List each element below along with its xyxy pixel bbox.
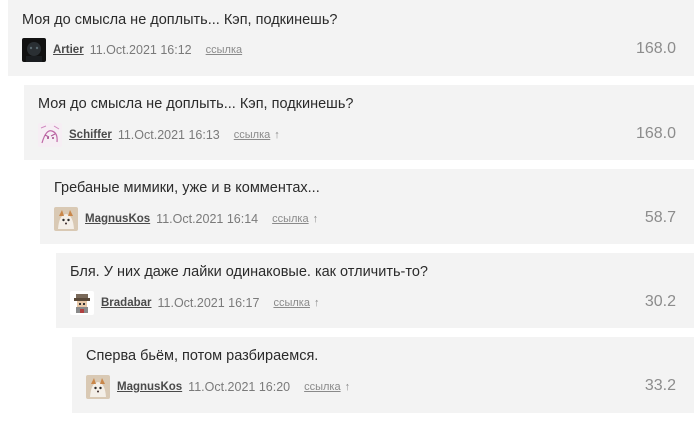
dark-avatar-icon[interactable] xyxy=(22,38,46,62)
comment-link[interactable]: ссылка xyxy=(234,129,271,141)
comment-author[interactable]: MagnusKos xyxy=(85,213,150,225)
comment-text: Моя до смысла не доплыть... Кэп, подкине… xyxy=(38,96,354,112)
comment-text: Гребаные мимики, уже и в комментах... xyxy=(54,180,320,196)
comment-author[interactable]: MagnusKos xyxy=(117,381,182,393)
comment-date: 11.Oct.2021 16:20 xyxy=(188,380,291,394)
parent-arrow-icon[interactable]: ↑ xyxy=(345,381,351,393)
parent-arrow-icon[interactable]: ↑ xyxy=(313,213,319,225)
comment-text: Моя до смысла не доплыть... Кэп, подкине… xyxy=(22,12,338,28)
comment-author[interactable]: Schiffer xyxy=(69,129,112,141)
comment-block: Сперва бьём, потом разбираемся. MagnusKo… xyxy=(72,337,694,413)
comment-block: Бля. У них даже лайки одинаковые. как от… xyxy=(56,253,694,328)
comment-link[interactable]: ссылка xyxy=(304,381,341,393)
comment-link[interactable]: ссылка xyxy=(206,44,243,56)
comment-text: Бля. У них даже лайки одинаковые. как от… xyxy=(70,264,428,280)
comment-rating: 33.2 xyxy=(644,377,676,394)
comment-author[interactable]: Bradabar xyxy=(101,297,152,309)
comment-meta: Schiffer 11.Oct.2021 16:13 ссылка ↑ xyxy=(38,122,280,148)
comment-block: Гребаные мимики, уже и в комментах... Ma… xyxy=(40,169,694,244)
comment-meta: MagnusKos 11.Oct.2021 16:14 ссылка ↑ xyxy=(54,206,318,232)
fox-avatar-icon[interactable] xyxy=(54,207,78,231)
comment-block: Моя до смысла не доплыть... Кэп, подкине… xyxy=(8,0,694,76)
fox-avatar-icon[interactable] xyxy=(86,375,110,399)
comment-date: 11.Oct.2021 16:13 xyxy=(117,128,220,142)
pixel-character-avatar-icon[interactable] xyxy=(70,291,94,315)
comment-rating: 58.7 xyxy=(644,209,676,226)
parent-arrow-icon[interactable]: ↑ xyxy=(314,297,320,309)
parent-arrow-icon[interactable]: ↑ xyxy=(274,129,280,141)
comment-meta: Bradabar 11.Oct.2021 16:17 ссылка ↑ xyxy=(70,290,319,316)
comment-link[interactable]: ссылка xyxy=(272,213,309,225)
comment-author[interactable]: Artier xyxy=(53,44,84,56)
comment-rating: 30.2 xyxy=(644,293,676,310)
comment-meta: MagnusKos 11.Oct.2021 16:20 ссылка ↑ xyxy=(86,374,350,400)
comment-rating: 168.0 xyxy=(635,125,676,142)
comment-date: 11.Oct.2021 16:14 xyxy=(156,212,259,226)
comment-date: 11.Oct.2021 16:12 xyxy=(89,43,192,57)
comment-date: 11.Oct.2021 16:17 xyxy=(157,296,260,310)
comment-block: Моя до смысла не доплыть... Кэп, подкине… xyxy=(24,85,694,160)
comment-text: Сперва бьём, потом разбираемся. xyxy=(86,348,319,364)
comment-meta: Artier 11.Oct.2021 16:12 ссылка xyxy=(22,37,242,63)
comment-link[interactable]: ссылка xyxy=(273,297,310,309)
sketch-avatar-icon[interactable] xyxy=(38,123,62,147)
comment-rating: 168.0 xyxy=(635,40,676,57)
